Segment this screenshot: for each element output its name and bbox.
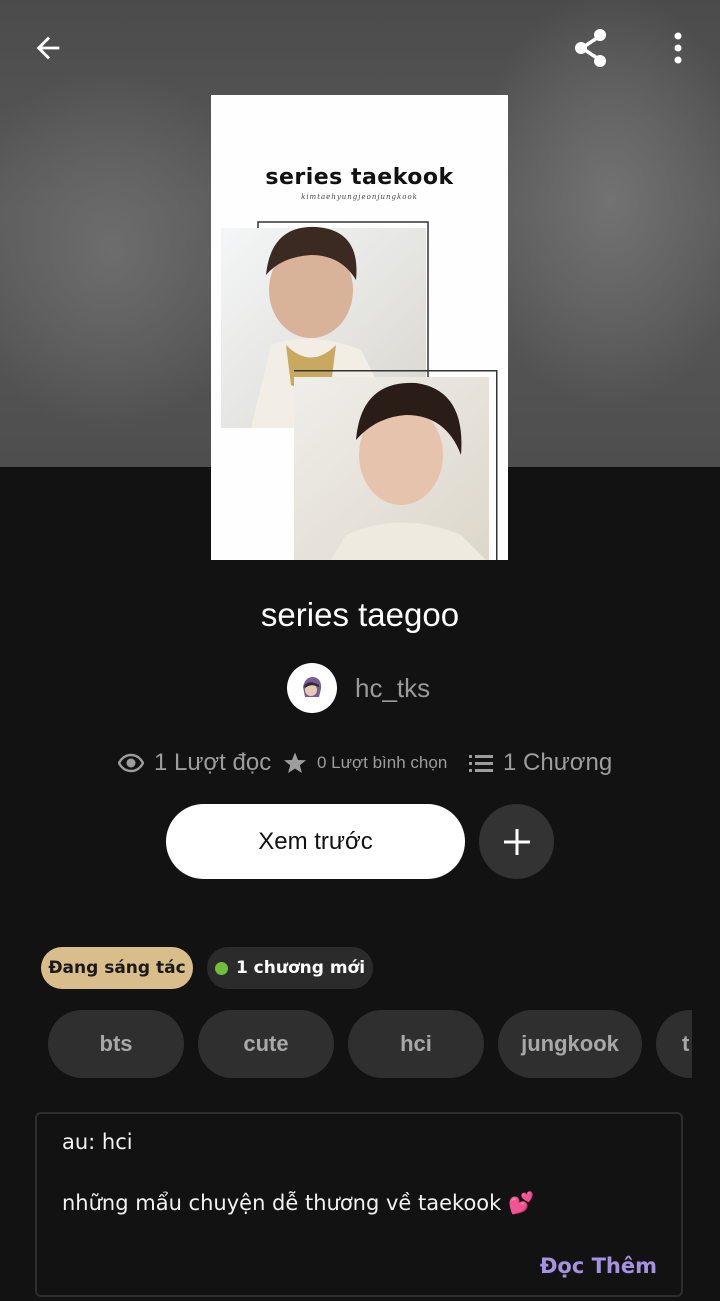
- author-name: hc_tks: [355, 672, 431, 703]
- votes-stat: 0 Lượt bình chọn: [283, 746, 447, 780]
- tag-cute[interactable]: cute: [198, 1010, 334, 1078]
- add-to-library-button[interactable]: [479, 804, 554, 879]
- votes-count: 0 Lượt bình chọn: [317, 753, 448, 772]
- tag-partial[interactable]: t: [656, 1010, 692, 1078]
- description-line-1: au: hci: [62, 1130, 133, 1154]
- tag-jungkook[interactable]: jungkook: [498, 1010, 642, 1078]
- list-icon: [469, 755, 493, 772]
- chapters-stat: 1 Chương: [469, 746, 612, 780]
- plus-icon: [503, 828, 530, 855]
- story-stats: 1 Lượt đọc 0 Lượt bình chọn 1 Chương: [0, 746, 720, 780]
- share-icon: [575, 29, 606, 67]
- description-box: au: hci những mẩu chuyện dễ thương về ta…: [35, 1112, 683, 1297]
- reads-stat: 1 Lượt đọc: [118, 746, 271, 780]
- star-icon: [284, 752, 306, 773]
- author-link[interactable]: hc_tks: [287, 663, 430, 713]
- eye-icon: [118, 753, 144, 773]
- preview-button[interactable]: Xem trước: [166, 804, 465, 879]
- share-button[interactable]: [561, 18, 621, 78]
- back-button[interactable]: [18, 18, 78, 78]
- more-vertical-icon: [674, 32, 682, 64]
- cover-photos: [221, 221, 498, 560]
- tag-hci[interactable]: hci: [348, 1010, 484, 1078]
- author-avatar: [287, 663, 337, 713]
- new-chapters-badge: 1 chương mới: [207, 947, 373, 989]
- more-options-button[interactable]: [648, 18, 708, 78]
- story-cover[interactable]: series taekook kimtaehyungjeonjungkook: [211, 95, 508, 560]
- description-line-2: những mẩu chuyện dễ thương về taekook 💕: [62, 1191, 535, 1215]
- arrow-left-icon: [36, 36, 60, 60]
- read-more-link[interactable]: Đọc Thêm: [540, 1254, 657, 1278]
- story-title: series taegoo: [260, 596, 460, 633]
- chapters-count: 1 Chương: [503, 749, 613, 776]
- new-indicator-dot: [214, 961, 228, 975]
- tag-list: bts cute hci jungkook t: [48, 1010, 692, 1078]
- reads-count: 1 Lượt đọc: [154, 749, 272, 776]
- status-badge: Đang sáng tác: [41, 947, 193, 989]
- tag-bts[interactable]: bts: [48, 1010, 184, 1078]
- new-chapters-label: 1 chương mới: [235, 958, 366, 978]
